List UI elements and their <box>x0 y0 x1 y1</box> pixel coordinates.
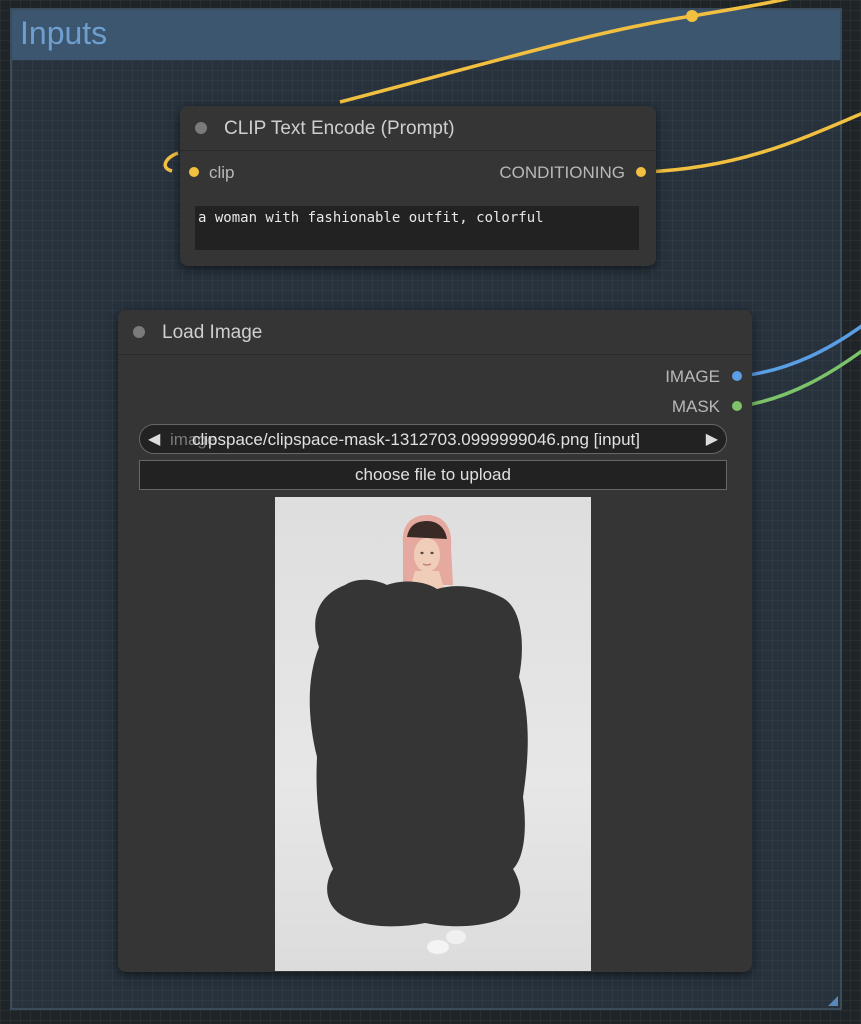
node-collapse-icon[interactable] <box>133 326 145 338</box>
image-select-combo[interactable]: ◀ image clipspace/clipspace-mask-1312703… <box>139 424 727 454</box>
node-title-bar[interactable]: CLIP Text Encode (Prompt) <box>180 106 656 151</box>
node-title-bar[interactable]: Load Image <box>118 310 752 355</box>
node-title: CLIP Text Encode (Prompt) <box>224 118 455 139</box>
image-widget-value: clipspace/clipspace-mask-1312703.0999999… <box>192 430 640 449</box>
mask-output-label: MASK <box>671 397 720 416</box>
group-resize-handle[interactable] <box>828 996 838 1006</box>
load-image-node[interactable]: Load Image IMAGE MASK ◀ image clipspace/… <box>118 310 752 972</box>
image-output-label: IMAGE <box>665 367 720 386</box>
mask-output-slot-icon[interactable] <box>732 401 742 411</box>
node-collapse-icon[interactable] <box>195 122 207 134</box>
group-title: Inputs <box>20 15 108 51</box>
clip-text-encode-node[interactable]: CLIP Text Encode (Prompt) clip CONDITION… <box>180 106 656 266</box>
choose-file-upload-button[interactable]: choose file to upload <box>139 460 727 490</box>
group-header[interactable]: Inputs <box>12 10 840 60</box>
node-title: Load Image <box>162 322 263 343</box>
image-preview <box>275 497 591 971</box>
clip-input-slot-icon[interactable] <box>189 167 199 177</box>
next-arrow-icon[interactable]: ▶ <box>706 429 718 449</box>
prompt-textarea[interactable]: a woman with fashionable outfit, colorfu… <box>195 206 639 250</box>
clip-input-label: clip <box>209 163 235 182</box>
conditioning-output-slot-icon[interactable] <box>636 167 646 177</box>
previous-arrow-icon[interactable]: ◀ <box>148 429 160 449</box>
masked-photo <box>309 515 528 954</box>
conditioning-output-label: CONDITIONING <box>499 163 625 182</box>
image-output-slot-icon[interactable] <box>732 371 742 381</box>
